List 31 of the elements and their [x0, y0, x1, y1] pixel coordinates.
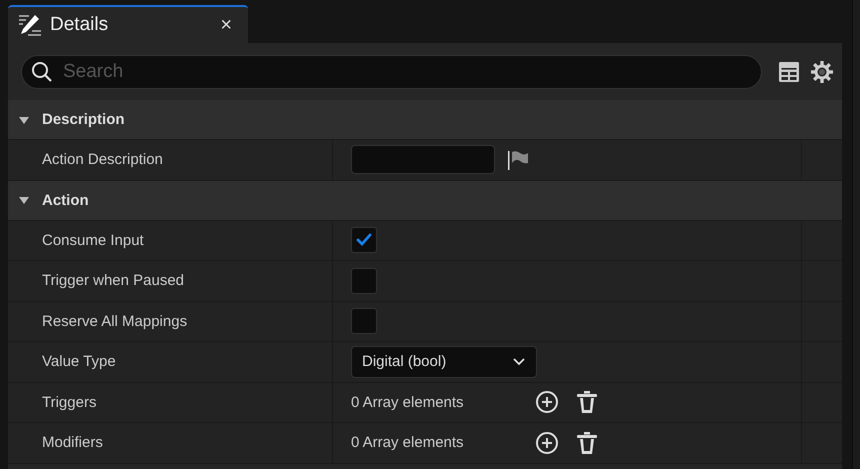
table-icon[interactable]: [778, 60, 800, 82]
trash-icon[interactable]: [575, 390, 599, 414]
array-count: 0 Array elements: [351, 434, 465, 452]
text-field[interactable]: [351, 145, 495, 174]
array-count: 0 Array elements: [351, 394, 465, 411]
triangle-icon: [18, 194, 30, 206]
dropdown[interactable]: Digital (bool): [351, 346, 537, 378]
checkbox[interactable]: [351, 227, 377, 254]
property-label: Trigger when Paused: [42, 272, 184, 290]
section-title: Action: [42, 192, 89, 208]
section-header[interactable]: Description: [8, 100, 842, 140]
checkbox[interactable]: [351, 308, 377, 334]
settings-icon[interactable]: [810, 60, 834, 84]
property-label: Consume Input: [42, 232, 144, 249]
property-label: Reserve All Mappings: [42, 312, 188, 330]
pencil-icon: [18, 13, 42, 37]
property-label: Modifiers: [42, 434, 103, 452]
flag-icon[interactable]: [507, 148, 529, 171]
property-label: Value Type: [42, 353, 116, 370]
property-label: Action Description: [42, 151, 163, 168]
trash-icon[interactable]: [575, 430, 599, 455]
close-button[interactable]: ×: [214, 15, 238, 35]
details-tab[interactable]: Details ×: [8, 5, 248, 43]
add-icon[interactable]: [535, 430, 559, 455]
section-header[interactable]: Action: [8, 180, 842, 220]
tab-title: Details: [50, 14, 110, 36]
property-label: Triggers: [42, 394, 96, 411]
section-title: Description: [42, 111, 125, 128]
search-field[interactable]: Search: [21, 54, 762, 88]
checkbox[interactable]: [351, 268, 377, 294]
add-icon[interactable]: [535, 390, 559, 414]
